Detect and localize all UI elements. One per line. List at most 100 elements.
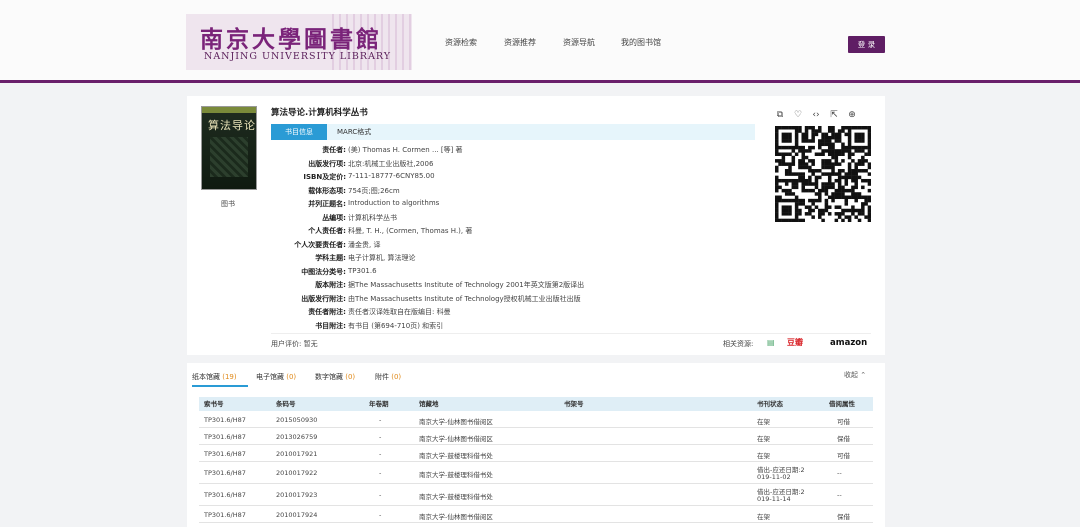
col-call-number: 索书号: [204, 400, 224, 408]
loan-type-cell: 保借: [837, 434, 850, 443]
login-button[interactable]: 登 录: [848, 36, 885, 53]
status-cell: 在架: [757, 451, 770, 460]
field-label: 丛编项:: [322, 213, 346, 222]
col-shelf: 书架号: [564, 400, 584, 408]
tab-attachments[interactable]: 附件 (0): [375, 372, 401, 382]
qr-code: [775, 126, 872, 223]
record-tabbar: 书目信息 MARC格式: [271, 124, 755, 140]
status-cell: 在架: [757, 512, 770, 521]
call-number-cell: TP301.6/H87: [204, 432, 246, 441]
call-number-cell: TP301.6/H87: [204, 469, 246, 477]
tab-count: (0): [391, 373, 402, 381]
call-number-cell: TP301.6/H87: [204, 491, 246, 499]
book-cover-image[interactable]: 算法导论: [201, 106, 257, 190]
rating-label: 用户评价:: [271, 340, 302, 348]
field-value: 据The Massachusetts Institute of Technolo…: [348, 281, 585, 289]
site-header: 南京大學圖書館 NANJING UNIVERSITY LIBRARY 资源检索 …: [0, 0, 1080, 80]
call-number-cell: TP301.6/H87: [204, 415, 246, 424]
volume-cell: -: [379, 469, 382, 477]
field-value: 科曼, T. H., (Cormen, Thomas H.), 著: [348, 227, 473, 235]
col-volume: 年卷期: [369, 400, 389, 408]
tab-count: (0): [286, 373, 297, 381]
resource-book-icon[interactable]: ▤: [767, 337, 775, 349]
field-row: 责任者: (美) Thomas H. Cormen ... [等] 著: [271, 145, 691, 157]
field-row: 载体形态项: 754页;图;26cm: [271, 186, 691, 198]
tab-bibliographic-info[interactable]: 书目信息: [271, 124, 327, 140]
field-label: 学科主题:: [315, 254, 346, 262]
field-row: 并列正题名: Introduction to algorithms: [271, 199, 691, 211]
export-icon[interactable]: ⧉: [775, 110, 785, 120]
field-value: 有书目 (第694-710页) 和索引: [348, 321, 444, 330]
book-record-card: 算法导论 图书 算法导论.计算机科学丛书 书目信息 MARC格式 责任者: (美)…: [187, 96, 885, 355]
field-value: 7-111-18777-6CNY85.00: [348, 172, 435, 180]
related-resources-label: 相关资源:: [723, 340, 754, 348]
nav-resource-recommend[interactable]: 资源推荐: [504, 37, 536, 48]
logo-english-text: NANJING UNIVERSITY LIBRARY: [204, 51, 392, 62]
field-value: 754页;图;26cm: [348, 186, 400, 195]
table-row[interactable]: TP301.6/H87 2010017923- 南京大学-鼓楼理科借书处 -- 借出-应…: [199, 484, 873, 506]
table-row[interactable]: TP301.6/H87 2010017924 - 南京大学-仙林图书借阅区 保借 在架: [199, 506, 873, 523]
field-row: 版本附注: 据The Massachusetts Institute of Tec…: [271, 280, 691, 292]
tab-electronic-holdings[interactable]: 电子馆藏 (0): [256, 372, 296, 382]
tab-label: 数字馆藏: [315, 373, 343, 381]
tab-marc-format[interactable]: MARC格式: [337, 124, 371, 140]
field-row: 中图法分类号: TP301.6: [271, 267, 691, 279]
field-row: 出版发行项: 北京:机械工业出版社,2006: [271, 159, 691, 171]
tab-label: 纸本馆藏: [192, 373, 220, 381]
field-label: ISBN及定价:: [303, 173, 346, 181]
field-label: 并列正题名:: [308, 200, 346, 208]
loan-type-cell: --: [837, 469, 842, 477]
nav-resource-guide[interactable]: 资源导航: [563, 37, 595, 48]
status-cell-line2: 019-11-14: [757, 495, 791, 503]
call-number-cell: TP301.6/H87: [204, 510, 246, 519]
field-label: 中图法分类号:: [301, 267, 346, 276]
field-value: 计算机科学丛书: [348, 213, 397, 222]
field-value: 北京:机械工业出版社,2006: [348, 159, 434, 168]
heart-icon[interactable]: ♡: [793, 110, 803, 120]
user-rating: 用户评价: 暂无: [271, 339, 318, 349]
field-value: Introduction to algorithms: [348, 199, 440, 207]
amazon-link[interactable]: amazon: [830, 337, 867, 349]
card-divider: [271, 333, 871, 334]
field-row: 丛编项: 计算机科学丛书: [271, 213, 691, 225]
material-type-label: 图书: [221, 200, 235, 208]
share-icon[interactable]: ⇱: [829, 110, 839, 120]
tab-print-holdings[interactable]: 纸本馆藏 (19): [192, 372, 237, 382]
col-barcode: 条码号: [276, 400, 296, 408]
location-cell: 南京大学-仙林图书借阅区: [419, 417, 493, 426]
field-label: 版本附注:: [315, 281, 346, 289]
table-row[interactable]: TP301.6/H87 2010017922- 南京大学-鼓楼理科借书处 -- 借出-应…: [199, 462, 873, 484]
douban-link[interactable]: 豆瓣: [787, 337, 803, 349]
status-cell-line2: 019-11-02: [757, 473, 791, 481]
field-label: 出版发行附注:: [301, 294, 346, 303]
tab-count: (0): [345, 373, 356, 381]
loan-type-cell: 保借: [837, 512, 850, 521]
field-row: 学科主题: 电子计算机, 算法理论: [271, 253, 691, 265]
volume-cell: -: [379, 449, 382, 458]
volume-cell: -: [379, 432, 382, 441]
rating-value: 暂无: [303, 340, 318, 348]
nav-my-library[interactable]: 我的图书馆: [621, 37, 661, 48]
tab-label: 电子馆藏: [256, 373, 284, 381]
book-title: 算法导论.计算机科学丛书: [271, 108, 368, 118]
nav-resource-search[interactable]: 资源检索: [445, 37, 477, 48]
barcode-cell: 2013026759: [276, 432, 318, 441]
field-row: 书目附注: 有书目 (第694-710页) 和索引: [271, 321, 691, 333]
col-status: 书刊状态: [757, 400, 783, 408]
collapse-button[interactable]: 收起 ⌃: [844, 370, 866, 380]
library-logo[interactable]: 南京大學圖書館 NANJING UNIVERSITY LIBRARY: [186, 14, 412, 70]
table-row[interactable]: TP301.6/H87 2013026759 - 南京大学-仙林图书借阅区 保借 在架: [199, 428, 873, 445]
table-row[interactable]: TP301.6/H87 2010017921 - 南京大学-鼓楼理科借书处 可借 在架: [199, 445, 873, 462]
logo-chinese-text: 南京大學圖書館: [200, 26, 382, 53]
volume-cell: -: [379, 491, 382, 499]
loan-type-cell: --: [837, 491, 842, 499]
code-icon[interactable]: ‹›: [811, 110, 821, 120]
table-row[interactable]: TP301.6/H87 2015050930 - 南京大学-仙林图书借阅区 可借 在架: [199, 411, 873, 428]
location-cell: 南京大学-鼓楼理科借书处: [419, 493, 493, 501]
col-location: 馆藏地: [419, 400, 439, 408]
tab-digital-holdings[interactable]: 数字馆藏 (0): [315, 372, 355, 382]
field-label: 责任者:: [322, 146, 346, 154]
cart-icon[interactable]: ⊕: [847, 110, 857, 120]
barcode-cell: 2010017922: [276, 469, 318, 477]
field-label: 载体形态项:: [308, 186, 346, 195]
